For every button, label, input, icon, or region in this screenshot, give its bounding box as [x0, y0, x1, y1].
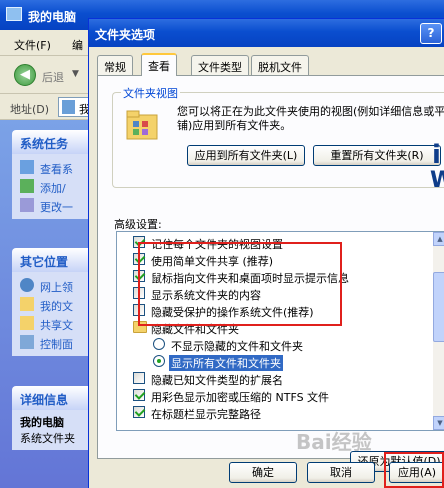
- radio-button[interactable]: [153, 355, 165, 367]
- list-item[interactable]: 不显示隐藏的文件和文件夹: [117, 336, 417, 353]
- scrollbar[interactable]: ▲ ▼: [433, 232, 444, 430]
- advanced-settings-label: 高级设置:: [114, 218, 162, 231]
- folder-views-group: 文件夹视图 您可以将正在为此文件夹使用的视图(例如详细信息或平铺)应用到所有文件…: [112, 85, 444, 188]
- tab-offline-files[interactable]: 脱机文件: [251, 55, 309, 75]
- control-panel-icon: [20, 335, 34, 349]
- details-title[interactable]: 详细信息: [12, 386, 88, 410]
- place-item[interactable]: 我的文: [20, 295, 88, 314]
- shared-folder-icon: [20, 316, 34, 330]
- system-tasks-panel: 系统任务 查看系 添加/ 更改一: [12, 130, 88, 219]
- back-button-label[interactable]: 后退: [42, 69, 64, 85]
- tab-general[interactable]: 常规: [97, 55, 133, 75]
- reset-all-folders-button[interactable]: 重置所有文件夹(R): [313, 145, 441, 166]
- checkbox[interactable]: [133, 406, 145, 418]
- side-letter: W: [430, 168, 444, 193]
- system-tasks-title[interactable]: 系统任务: [12, 130, 88, 154]
- menu-edit[interactable]: 编: [72, 37, 83, 53]
- network-icon: [20, 278, 34, 292]
- list-item[interactable]: 在标题栏显示完整路径: [117, 404, 417, 421]
- add-remove-icon: [20, 179, 34, 193]
- list-item[interactable]: 隐藏已知文件类型的扩展名: [117, 370, 417, 387]
- other-places-panel: 其它位置 网上领 我的文 共享文 控制面: [12, 248, 88, 356]
- computer-icon: [62, 100, 75, 114]
- task-item[interactable]: 查看系: [20, 158, 88, 177]
- address-label: 地址(D): [10, 103, 50, 116]
- place-item[interactable]: 控制面: [20, 333, 88, 352]
- scrollbar-thumb[interactable]: [433, 272, 444, 342]
- folder-views-icon: [126, 110, 158, 140]
- scroll-down-icon[interactable]: ▼: [433, 416, 444, 430]
- apply-to-all-folders-button[interactable]: 应用到所有文件夹(L): [187, 145, 305, 166]
- list-item[interactable]: 显示所有文件和文件夹: [117, 353, 417, 371]
- cancel-button[interactable]: 取消: [307, 462, 375, 483]
- folder-views-legend: 文件夹视图: [121, 85, 180, 101]
- folder-views-description: 您可以将正在为此文件夹使用的视图(例如详细信息或平铺)应用到所有文件夹。: [177, 105, 444, 132]
- task-item[interactable]: 更改一: [20, 196, 88, 215]
- dialog-title: 文件夹选项: [95, 28, 156, 42]
- apply-highlight-box: [384, 452, 444, 488]
- view-info-icon: [20, 160, 34, 174]
- checkbox[interactable]: [133, 389, 145, 401]
- other-places-title[interactable]: 其它位置: [12, 248, 88, 272]
- chevron-down-icon[interactable]: ▼: [72, 69, 79, 79]
- menu-file[interactable]: 文件(F): [14, 37, 51, 53]
- list-item[interactable]: 用彩色显示加密或压缩的 NTFS 文件: [117, 387, 417, 404]
- checkbox[interactable]: [133, 372, 145, 384]
- ok-button[interactable]: 确定: [229, 462, 297, 483]
- scroll-up-icon[interactable]: ▲: [433, 232, 444, 246]
- explorer-title: 我的电脑: [28, 10, 77, 24]
- computer-icon: [6, 7, 22, 21]
- task-item[interactable]: 添加/: [20, 177, 88, 196]
- place-item[interactable]: 网上领: [20, 276, 88, 295]
- folder-icon: [20, 297, 34, 311]
- details-panel: 详细信息 我的电脑 系统文件夹: [12, 386, 88, 450]
- place-item[interactable]: 共享文: [20, 314, 88, 333]
- settings-icon: [20, 198, 34, 212]
- back-arrow-icon[interactable]: ◀: [14, 64, 36, 86]
- side-letter: i: [432, 140, 441, 170]
- help-button[interactable]: ?: [420, 23, 442, 44]
- tab-view[interactable]: 查看: [141, 53, 177, 76]
- dialog-title-bar[interactable]: 文件夹选项 ?: [89, 19, 444, 47]
- tab-file-types[interactable]: 文件类型: [191, 55, 249, 75]
- highlight-box: [138, 242, 342, 326]
- radio-button[interactable]: [153, 338, 165, 350]
- watermark: Bai经验: [296, 430, 372, 454]
- explorer-task-pane: 系统任务 查看系 添加/ 更改一 其它位置 网上领 我的文 共享文 控制面 详细…: [0, 120, 92, 488]
- details-desc: 系统文件夹: [20, 432, 75, 445]
- details-name: 我的电脑: [20, 416, 64, 429]
